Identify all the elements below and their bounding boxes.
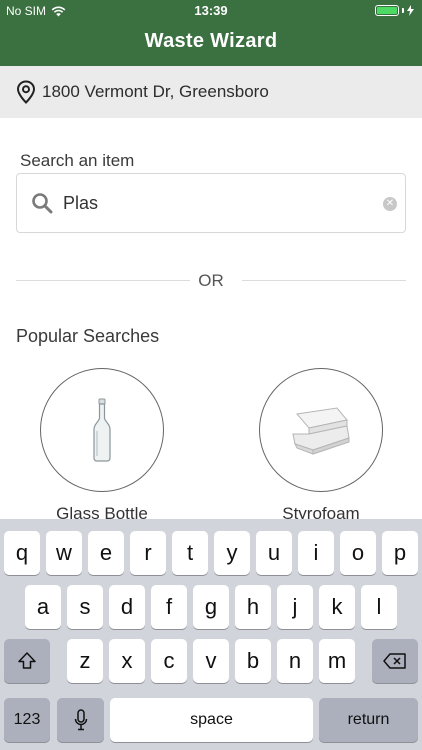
key-j[interactable]: j [277, 585, 313, 629]
key-r[interactable]: r [130, 531, 166, 575]
popular-item-image-circle[interactable] [259, 368, 383, 492]
key-l[interactable]: l [361, 585, 397, 629]
key-u[interactable]: u [256, 531, 292, 575]
shift-arrow-icon [18, 652, 36, 669]
popular-item-styrofoam[interactable]: Styrofoam [259, 368, 383, 524]
microphone-icon [74, 709, 87, 731]
return-key[interactable]: return [319, 698, 418, 742]
key-m[interactable]: m [319, 639, 355, 683]
charging-bolt-icon [407, 5, 414, 16]
key-p[interactable]: p [382, 531, 418, 575]
clear-search-button[interactable]: ✕ [383, 197, 397, 211]
popular-searches-title: Popular Searches [16, 326, 160, 346]
status-bar: No SIM 13:39 [0, 0, 422, 22]
numbers-key[interactable]: 123 [4, 698, 50, 742]
glass-bottle-icon [93, 398, 111, 462]
popular-item-image-circle[interactable] [40, 368, 164, 492]
app-title: Waste Wizard [144, 30, 278, 52]
key-c[interactable]: c [151, 639, 187, 683]
divider-line-right [242, 280, 406, 281]
key-d[interactable]: d [109, 585, 145, 629]
or-divider-text: OR [198, 271, 224, 290]
dictation-key[interactable] [57, 698, 104, 742]
key-s[interactable]: s [67, 585, 103, 629]
key-b[interactable]: b [235, 639, 271, 683]
search-box[interactable]: ✕ [16, 173, 406, 233]
key-n[interactable]: n [277, 639, 313, 683]
key-a[interactable]: a [25, 585, 61, 629]
location-pin-icon [16, 80, 36, 104]
key-h[interactable]: h [235, 585, 271, 629]
location-bar[interactable]: 1800 Vermont Dr, Greensboro [0, 66, 422, 118]
battery-tip [402, 8, 404, 13]
key-o[interactable]: o [340, 531, 376, 575]
space-key[interactable]: space [110, 698, 313, 742]
key-w[interactable]: w [46, 531, 82, 575]
shift-key[interactable] [4, 639, 50, 683]
key-t[interactable]: t [172, 531, 208, 575]
backspace-icon [383, 653, 406, 669]
key-k[interactable]: k [319, 585, 355, 629]
search-input[interactable] [63, 192, 363, 214]
on-screen-keyboard: q w e r t y u i o p a s d f g h j k l z … [0, 519, 422, 750]
key-y[interactable]: y [214, 531, 250, 575]
key-q[interactable]: q [4, 531, 40, 575]
location-address: 1800 Vermont Dr, Greensboro [42, 82, 269, 101]
search-icon [32, 193, 53, 214]
key-z[interactable]: z [67, 639, 103, 683]
key-f[interactable]: f [151, 585, 187, 629]
app-header: No SIM 13:39 Waste Wizard [0, 0, 422, 66]
key-x[interactable]: x [109, 639, 145, 683]
key-e[interactable]: e [88, 531, 124, 575]
status-time: 13:39 [194, 3, 228, 18]
styrofoam-container-icon [292, 407, 350, 455]
status-right [375, 5, 414, 16]
popular-item-glass-bottle[interactable]: Glass Bottle [40, 368, 164, 524]
search-label: Search an item [20, 151, 135, 170]
key-i[interactable]: i [298, 531, 334, 575]
key-v[interactable]: v [193, 639, 229, 683]
backspace-key[interactable] [372, 639, 418, 683]
battery-icon [375, 5, 399, 16]
key-g[interactable]: g [193, 585, 229, 629]
